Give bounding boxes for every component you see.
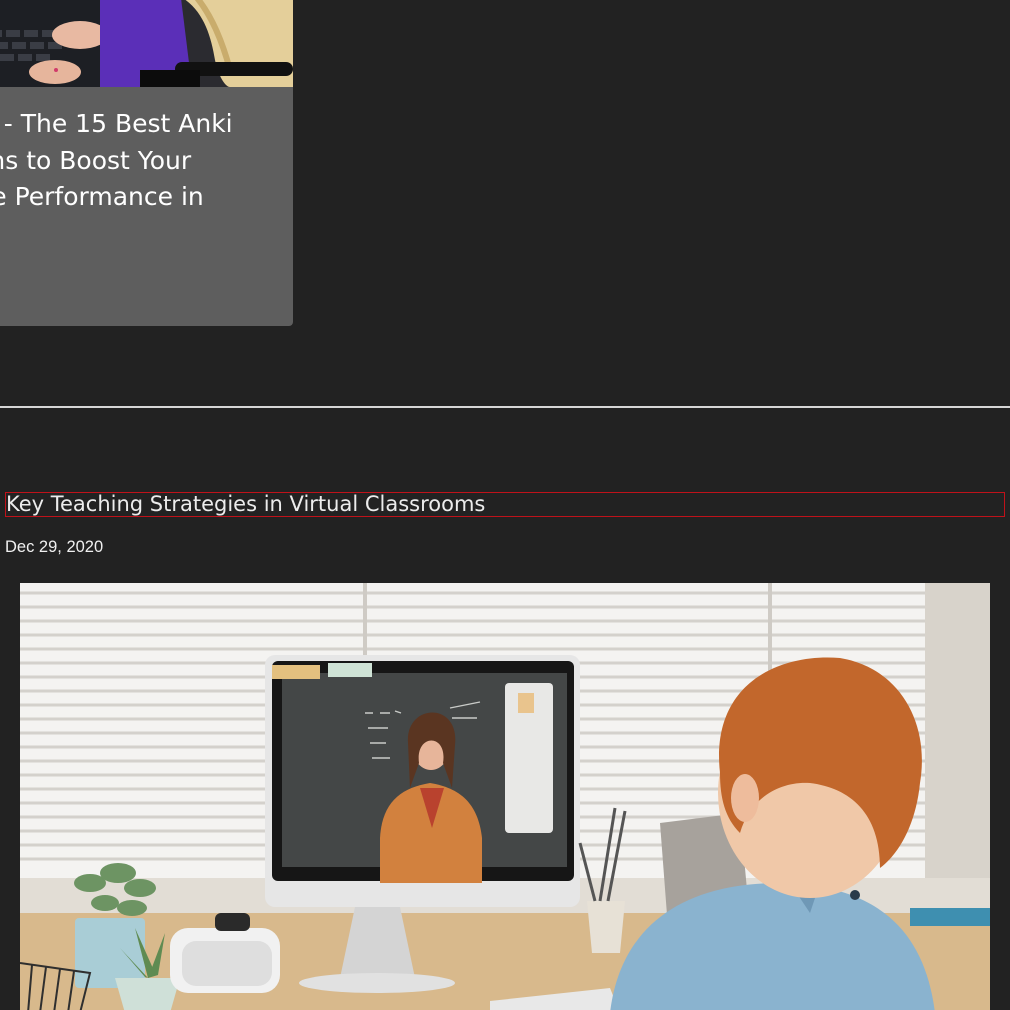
related-post-card[interactable]: ew - The 15 Best Anki -Ons to Boost Your… — [0, 0, 293, 326]
related-post-title-line: ege Performance in — [0, 182, 204, 211]
article-title-link[interactable]: Key Teaching Strategies in Virtual Class… — [5, 492, 1005, 517]
related-post-title[interactable]: ew - The 15 Best Anki -Ons to Boost Your… — [0, 106, 275, 252]
section-divider — [0, 406, 1010, 408]
related-post-title-line: ew - The 15 Best Anki — [0, 109, 233, 138]
article-date: Dec 29, 2020 — [5, 538, 104, 556]
page: ew - The 15 Best Anki -Ons to Boost Your… — [0, 0, 1010, 1010]
related-post-title-line: -Ons to Boost Your — [0, 145, 192, 175]
related-post-thumbnail[interactable] — [0, 0, 293, 87]
article-hero-image[interactable] — [20, 583, 990, 1010]
